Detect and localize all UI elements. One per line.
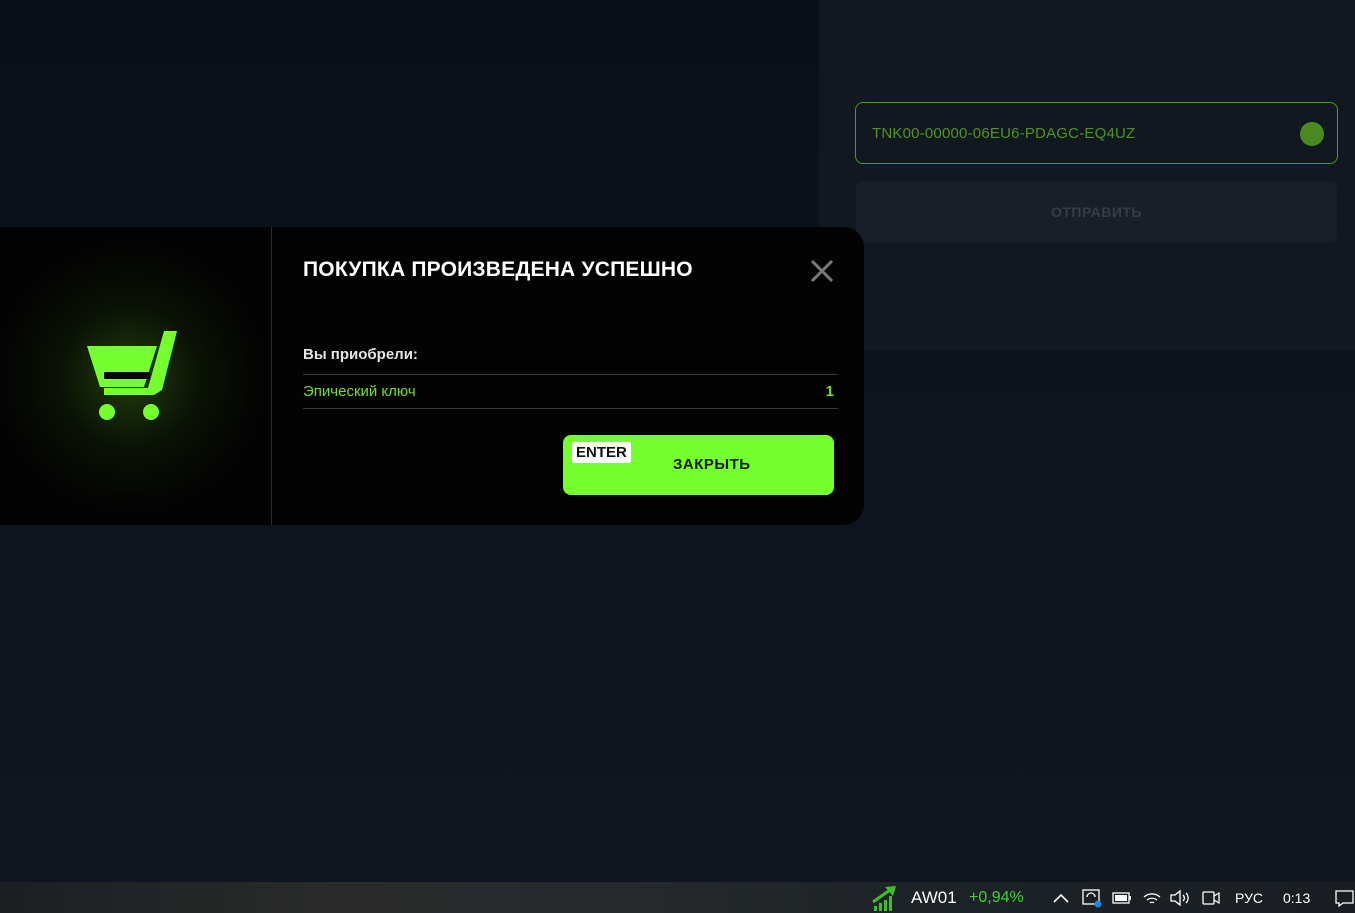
send-button[interactable]: ОТПРАВИТЬ	[856, 182, 1337, 242]
close-button-label: ЗАКРЫТЬ	[673, 456, 751, 473]
ticker-change: +0,94%	[969, 888, 1024, 906]
green-dot-icon	[1300, 122, 1324, 146]
enter-hotkey-badge: ENTER	[572, 442, 631, 463]
cart-icon	[87, 331, 177, 420]
code-input[interactable]: TNK00-00000-06EU6-PDAGC-EQ4UZ	[855, 102, 1338, 164]
close-button[interactable]: ENTER ЗАКРЫТЬ	[563, 435, 834, 495]
redeem-panel	[819, 0, 1355, 351]
battery-icon[interactable]	[1111, 882, 1133, 913]
modal-title: ПОКУПКА ПРОИЗВЕДЕНА УСПЕШНО	[303, 258, 693, 281]
stock-chart-icon[interactable]	[870, 882, 902, 913]
ticker-symbol: AW01	[911, 887, 957, 907]
camera-icon[interactable]	[1201, 882, 1221, 913]
taskbar: AW01 +0,94% РУС 0:13	[0, 882, 1355, 913]
code-input-value: TNK00-00000-06EU6-PDAGC-EQ4UZ	[872, 124, 1136, 142]
modal-icon-panel	[0, 227, 272, 525]
speaker-icon[interactable]	[1169, 882, 1191, 913]
chevron-up-icon[interactable]	[1052, 882, 1070, 913]
clock[interactable]: 0:13	[1283, 890, 1310, 906]
item-quantity: 1	[825, 383, 834, 400]
item-name: Эпический ключ	[303, 383, 416, 400]
notifications-icon[interactable]	[1334, 882, 1355, 913]
sync-icon[interactable]	[1081, 882, 1103, 913]
wifi-icon[interactable]	[1142, 882, 1162, 913]
language-indicator[interactable]: РУС	[1235, 890, 1263, 906]
purchased-label: Вы приобрели:	[303, 346, 418, 363]
purchase-success-modal: ПОКУПКА ПРОИЗВЕДЕНА УСПЕШНО Вы приобрели…	[0, 227, 864, 525]
list-item: Эпический ключ 1	[303, 374, 838, 409]
close-icon[interactable]	[809, 258, 835, 284]
